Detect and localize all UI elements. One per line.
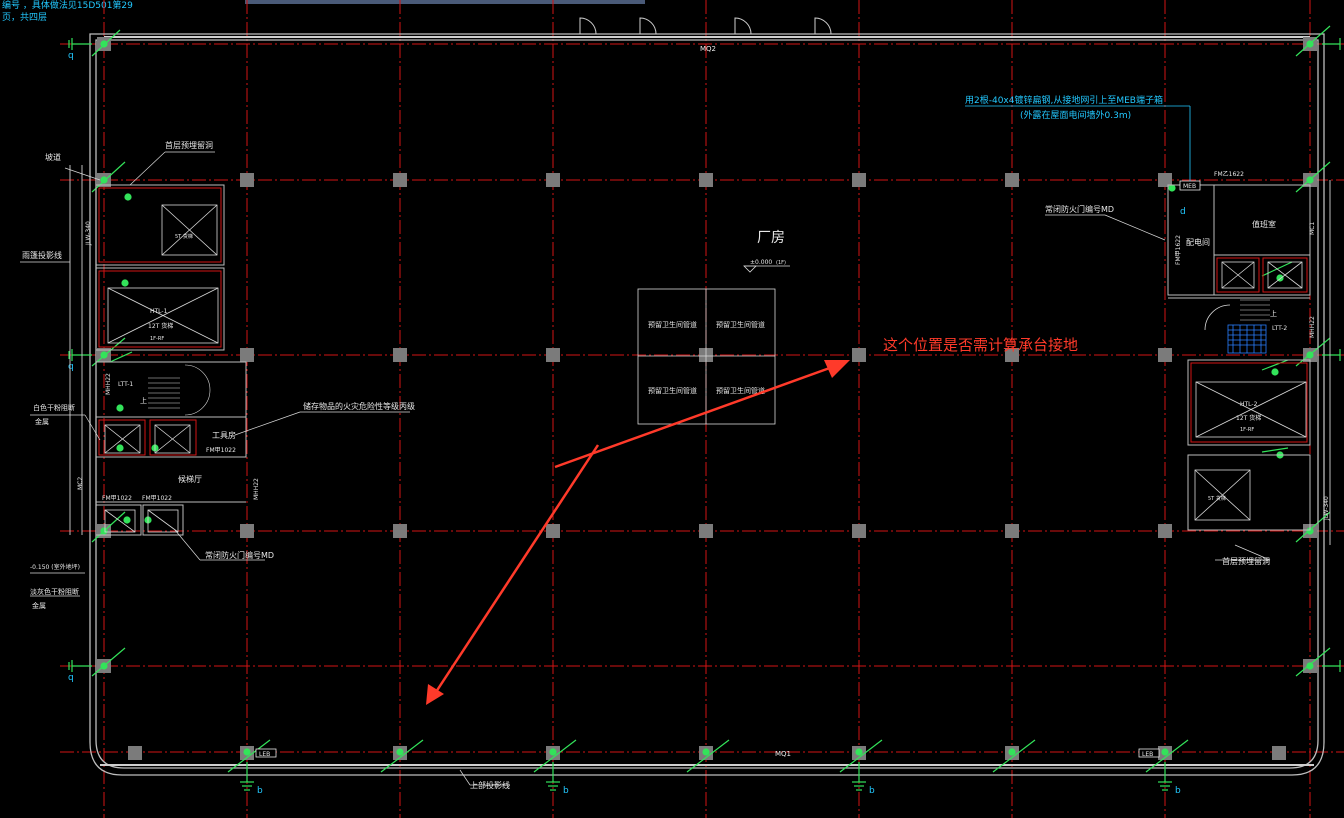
right-stair-blue [1227,324,1267,354]
svg-text:q: q [68,673,74,683]
svg-text:MEB: MEB [1183,183,1196,190]
mc2-label: MC2 [77,477,84,490]
top-note-line2: 页，共四层 [2,12,47,23]
right-elevator-shafts [1194,261,1307,521]
svg-text:LEB: LEB [259,751,270,758]
duty-room-label: 值班室 [1252,219,1276,229]
mhh-right-label: MHH22 [1309,316,1316,338]
toilet-box-3: 预留卫生间管道 [648,386,697,395]
leader-steel-door-2: 淡灰色干粉阻断 [30,587,79,596]
mc1-right-label: MC1 [1309,222,1316,235]
column-grid [97,37,1317,760]
grounding-note-line1: 用2根-40x4镀锌扁钢,从接地网引上至MEB端子箱 [965,94,1163,106]
leader-fire-door: 常闭防火门编号MD [205,550,274,560]
svg-text:q: q [68,362,74,372]
mhh-left-lower-label: MHH22 [253,478,260,500]
mhh-left-label: MHH22 [105,373,112,395]
factory-label: 厂房 [757,230,785,246]
jlw-left-label: JLW-340 [85,221,92,246]
meb-box: MEB [1179,180,1201,191]
elevator-12t-left: 12T 货梯 [148,322,173,330]
svg-text:LEB: LEB [1142,751,1153,758]
leader-fire-door-right: 常闭防火门编号MD [1045,204,1114,214]
svg-text:d: d [1180,207,1186,217]
top-note-line1: 编号 ，具体做法见15D501第29 [2,0,133,11]
leader-first-floor-hole: 首层预埋留洞 [165,140,213,150]
power-room-label: 配电间 [1186,237,1210,247]
elevation-value: ±0.000 [750,259,772,266]
leader-lines [20,151,1271,786]
door-label-mq1: MQ1 [775,750,791,758]
svg-text:b: b [257,786,263,796]
elevation-sub: (1F) [776,260,786,266]
leader-upper-projection: 上部投影线 [470,780,510,790]
ramp-label: 坡道 [45,152,61,162]
outer-wall [89,33,1325,776]
annotation-question: 这个位置是否需计算承台接地 [883,336,1078,354]
elevator-12t-right: 12T 货梯 [1236,414,1261,422]
elevation-marker [743,265,790,273]
fm-left-1: FM甲1022 [206,447,236,454]
fm-top-right-label: FM乙1622 [1214,171,1244,178]
fm-vertical-right-label: FM甲1622 [1175,235,1182,265]
door-label-mq2: MQ2 [700,45,716,53]
grounding-note-line2: (外露在屋面电间墙外0.3m) [1020,109,1131,121]
svg-text:q: q [68,51,74,61]
stair-hall-label: 候梯厅 [178,474,202,484]
up-label-left: 上 [140,396,147,405]
toilet-box-1: 预留卫生间管道 [648,320,697,329]
leader-dangerous-goods: 储存物品的火灾危险性等级丙级 [303,401,415,411]
leader-rain-shed: 雨篷投影线 [22,250,62,260]
jlw-right-label: JLW-340 [1323,496,1330,521]
left-stair-lines [148,364,211,416]
leader-first-floor-hole-right: 首层预埋留洞 [1222,556,1270,566]
right-stair-lines [1240,299,1270,321]
ground-letters: q q q b b b b d [68,51,1186,796]
top-toolbar-strip [245,0,645,4]
left-annex-red-walls [98,187,222,456]
svg-text:b: b [869,786,875,796]
grounding-symbols [68,25,1341,791]
htl1-label: HTL-1 [150,308,168,315]
leb-box-right: LEB [1138,748,1160,758]
axis-grid [60,0,1344,818]
leader-steel-door-2b: 金属 [32,601,46,610]
fm-left-2: FM甲1022 [102,495,132,502]
fm-left-3: FM甲1022 [142,495,172,502]
leader-steel-door-1b: 金属 [35,417,49,426]
small-lift-right: 5T 货梯 [1208,495,1226,502]
cad-drawing-canvas[interactable]: 编号 ，具体做法见15D501第29 页，共四层 MQ2 MQ1 q q q b… [0,0,1344,818]
lt2-label: LTT-2 [1272,325,1287,332]
elevator-floors-right: 1F-RF [1240,427,1254,433]
elevator-floors-left: 1F-RF [150,336,164,342]
up-label-right: 上 [1270,309,1277,318]
toilet-box-2: 预留卫生间管道 [716,320,765,329]
htl2-label: HTL-2 [1240,401,1258,408]
tool-room-label: 工具房 [212,430,236,440]
small-lift-left: 5T 货梯 [175,233,193,240]
lt1-label: LTT-1 [118,381,133,388]
svg-text:b: b [563,786,569,796]
leb-box-left: LEB [255,748,277,758]
leader-steel-door-1: 白色干粉阻断 [33,403,75,412]
leader-elev-label: -0.150 (室外地坪) [30,563,80,571]
svg-text:b: b [1175,786,1181,796]
